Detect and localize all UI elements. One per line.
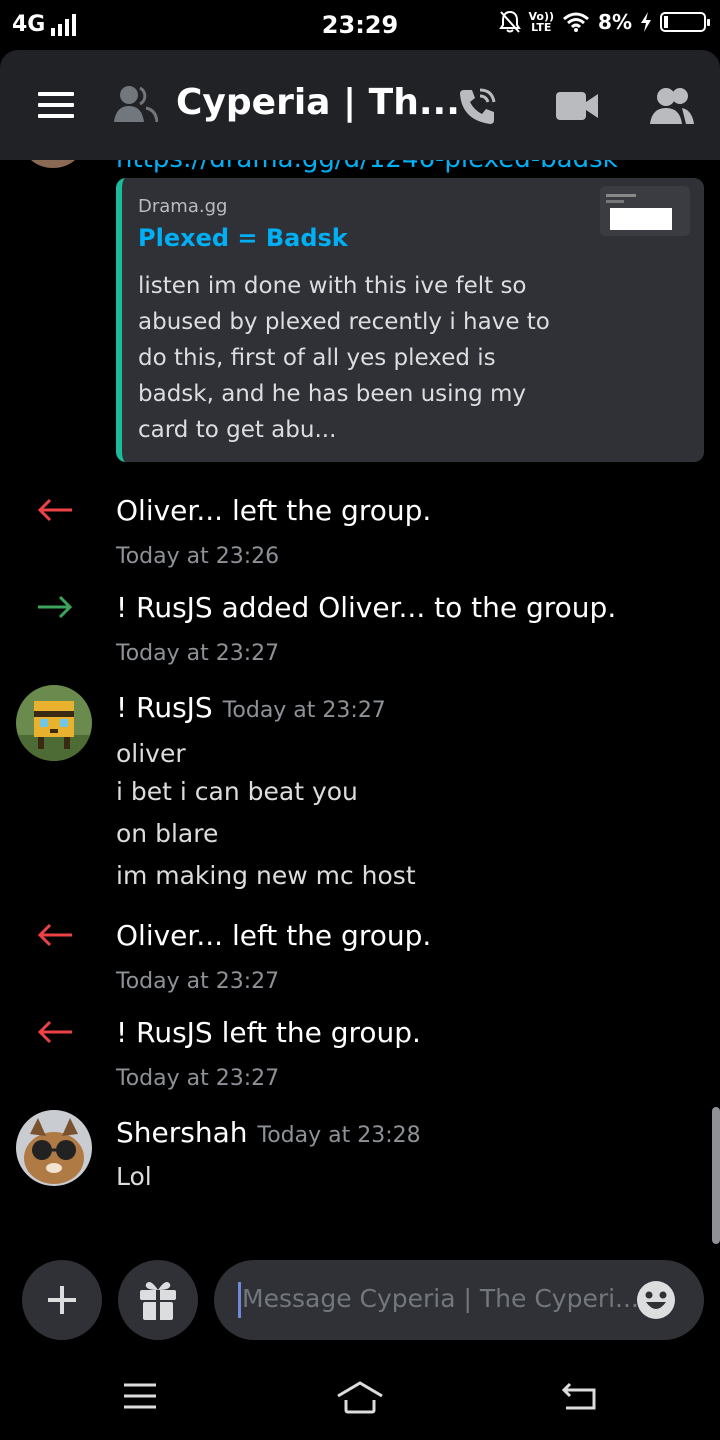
channel-header: Cyperia | Th... xyxy=(0,50,720,160)
timestamp: Today at 23:27 xyxy=(116,1066,280,1091)
message-list[interactable]: https://drama.gg/d/1246-plexed-badsk Dra… xyxy=(0,160,720,1250)
group-icon xyxy=(114,86,158,123)
message-line: i bet i can beat you xyxy=(116,777,358,806)
message-author[interactable]: ! RusJS Today at 23:27 xyxy=(116,691,386,724)
system-message: ! RusJS left the group. Today at 23:27 xyxy=(0,1006,720,1096)
system-text: Oliver... left the group. xyxy=(116,919,432,952)
mute-bell-icon xyxy=(498,10,521,33)
timestamp: Today at 23:27 xyxy=(116,969,280,994)
message-input-placeholder: Message Cyperia | The Cyperi... xyxy=(242,1284,639,1313)
message-author[interactable]: Shershah Today at 23:28 xyxy=(116,1116,421,1149)
battery-icon xyxy=(660,12,710,32)
timestamp: Today at 23:27 xyxy=(116,641,280,666)
timestamp: Today at 23:26 xyxy=(116,544,280,569)
call-icon[interactable] xyxy=(458,86,498,126)
system-navigation-bar xyxy=(0,1350,720,1440)
system-message: ! RusJS added Oliver... to the group. To… xyxy=(0,581,720,671)
scrollbar[interactable] xyxy=(712,1107,720,1244)
timestamp: Today at 23:28 xyxy=(257,1123,421,1148)
recent-apps-icon[interactable] xyxy=(122,1382,158,1410)
charging-icon xyxy=(641,12,651,32)
message-line: oliver xyxy=(116,739,186,768)
menu-icon[interactable] xyxy=(38,92,74,125)
link-embed[interactable]: Drama.gg Plexed = Badsk listen im done w… xyxy=(116,178,704,462)
plus-icon xyxy=(48,1286,76,1314)
leave-arrow-icon xyxy=(37,498,72,522)
avatar[interactable] xyxy=(16,685,92,761)
wifi-icon xyxy=(563,12,589,32)
message-composer: Message Cyperia | The Cyperi... xyxy=(0,1250,720,1350)
message-link[interactable]: https://drama.gg/d/1246-plexed-badsk xyxy=(116,160,618,174)
embed-thumbnail[interactable] xyxy=(600,186,690,236)
system-message: Oliver... left the group. Today at 23:27 xyxy=(0,909,720,999)
emoji-icon[interactable] xyxy=(636,1280,676,1320)
gift-icon xyxy=(140,1282,176,1320)
volte-icon: Vo)) LTE xyxy=(528,10,555,34)
message-line: im making new mc host xyxy=(116,861,416,890)
status-bar: 4G 23:29 Vo)) LTE 8% xyxy=(0,0,720,50)
status-icons: Vo)) LTE 8% xyxy=(498,10,710,34)
system-text: ! RusJS added Oliver... to the group. xyxy=(116,591,617,624)
system-message: Oliver... left the group. Today at 23:26 xyxy=(0,484,720,574)
attach-button[interactable] xyxy=(22,1260,102,1340)
channel-title[interactable]: Cyperia | Th... xyxy=(176,82,460,123)
message-line: on blare xyxy=(116,819,219,848)
video-call-icon[interactable] xyxy=(556,90,598,122)
join-arrow-icon xyxy=(38,595,73,619)
system-text: Oliver... left the group. xyxy=(116,494,432,527)
embed-provider: Drama.gg xyxy=(138,196,228,217)
timestamp: Today at 23:27 xyxy=(222,698,386,723)
back-icon[interactable] xyxy=(560,1380,598,1412)
embed-description: listen im done with this ive felt so abu… xyxy=(138,273,550,443)
members-icon[interactable] xyxy=(650,86,694,126)
message-input[interactable]: Message Cyperia | The Cyperi... xyxy=(214,1260,704,1340)
system-text: ! RusJS left the group. xyxy=(116,1016,421,1049)
avatar[interactable] xyxy=(24,160,82,168)
embed-title[interactable]: Plexed = Badsk xyxy=(138,224,348,252)
message-line: Lol xyxy=(116,1162,152,1191)
home-icon[interactable] xyxy=(336,1380,384,1414)
gift-button[interactable] xyxy=(118,1260,198,1340)
avatar[interactable] xyxy=(16,1110,92,1186)
leave-arrow-icon xyxy=(37,923,72,947)
leave-arrow-icon xyxy=(37,1020,72,1044)
text-caret xyxy=(238,1282,241,1318)
battery-percent: 8% xyxy=(598,10,632,34)
